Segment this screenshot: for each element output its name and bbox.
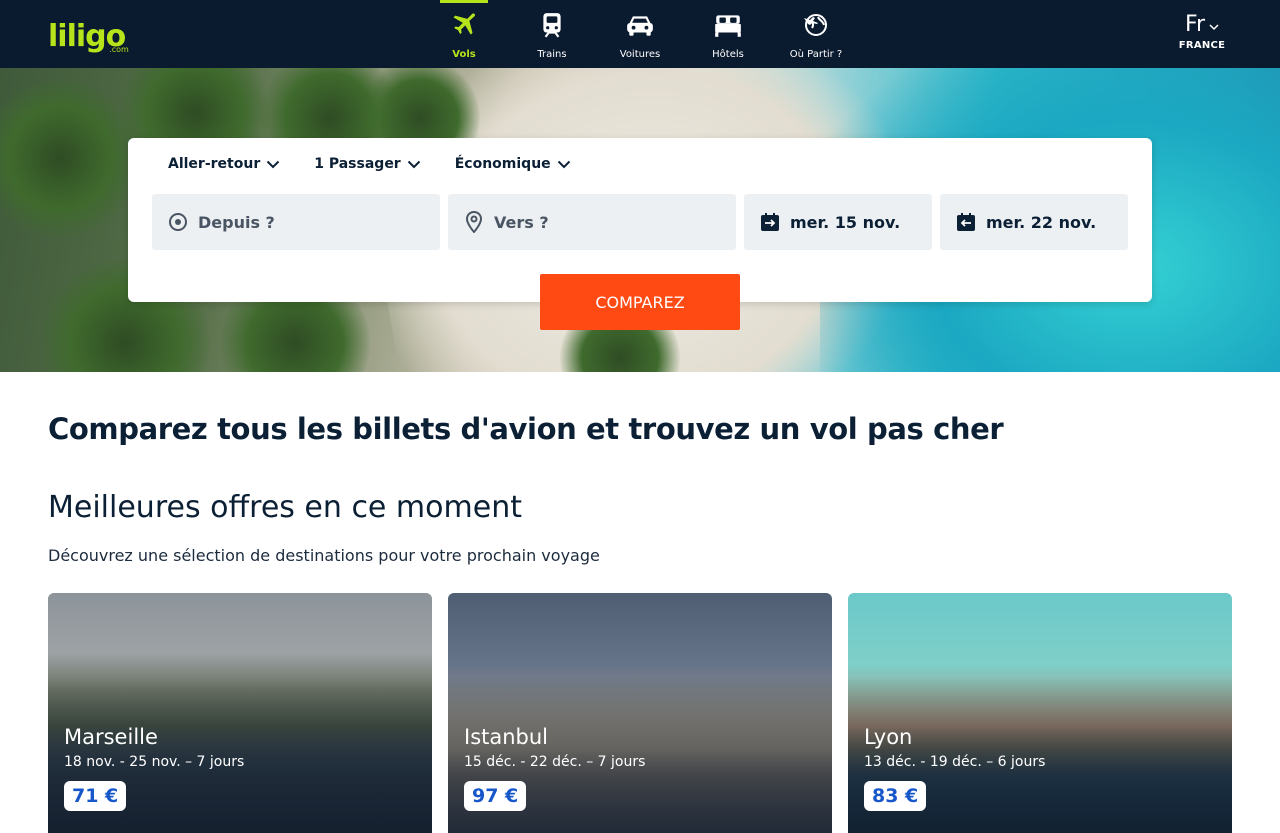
- nav-item-vols[interactable]: Vols: [420, 0, 508, 68]
- liligo-logo[interactable]: liligo .com: [48, 16, 129, 55]
- destination-field[interactable]: Vers ?: [448, 194, 736, 250]
- offer-price: 71 €: [64, 781, 127, 811]
- language-selector[interactable]: Fr FRANCE: [1172, 12, 1232, 51]
- offers-subtitle: Découvrez une sélection de destinations …: [48, 546, 600, 565]
- offer-card-lyon[interactable]: Lyon 13 déc. - 19 déc. – 6 jours 83 €: [848, 593, 1232, 833]
- trip-type-dropdown[interactable]: Aller-retour: [168, 156, 280, 172]
- offer-city: Istanbul: [464, 725, 549, 749]
- offer-card-marseille[interactable]: Marseille 18 nov. - 25 nov. – 7 jours 71…: [48, 593, 432, 833]
- chevron-down-icon: [267, 160, 280, 168]
- search-options: Aller-retour 1 Passager Économique: [168, 156, 605, 172]
- top-navigation-bar: liligo .com Vols Trains Voitures Hôtels …: [0, 0, 1280, 68]
- offer-dates: 13 déc. - 19 déc. – 6 jours: [864, 754, 1046, 770]
- passengers-dropdown[interactable]: 1 Passager: [314, 156, 420, 172]
- offer-price: 83 €: [864, 781, 927, 811]
- offer-dates: 15 déc. - 22 déc. – 7 jours: [464, 754, 646, 770]
- return-date-value: mer. 22 nov.: [986, 212, 1097, 232]
- chevron-down-icon: [407, 160, 420, 168]
- car-icon: [625, 10, 655, 40]
- calendar-return-icon: [956, 212, 976, 232]
- cabin-class-dropdown[interactable]: Économique: [455, 156, 571, 172]
- offers-list: Marseille 18 nov. - 25 nov. – 7 jours 71…: [48, 593, 1232, 833]
- page-headline: Comparez tous les billets d'avion et tro…: [48, 412, 1004, 446]
- plane-icon: [449, 10, 479, 40]
- nav-label: Où Partir ?: [789, 49, 843, 60]
- return-date-field[interactable]: mer. 22 nov.: [940, 194, 1128, 250]
- nav-label: Hôtels: [712, 49, 744, 60]
- language-country: FRANCE: [1178, 40, 1226, 51]
- calendar-depart-icon: [760, 212, 780, 232]
- hero-banner: Aller-retour 1 Passager Économique Depui…: [0, 68, 1280, 372]
- offer-card-istanbul[interactable]: Istanbul 15 déc. - 22 déc. – 7 jours 97 …: [448, 593, 832, 833]
- cabin-class-label: Économique: [454, 156, 551, 172]
- nav-item-ou-partir[interactable]: Où Partir ?: [772, 0, 860, 68]
- departure-date-field[interactable]: mer. 15 nov.: [744, 194, 932, 250]
- globe-plane-icon: [801, 10, 831, 40]
- nav-label: Trains: [537, 49, 567, 60]
- departure-date-value: mer. 15 nov.: [790, 212, 901, 232]
- chevron-down-icon: [557, 160, 570, 168]
- destination-placeholder: Vers ?: [494, 212, 549, 232]
- nav-item-voitures[interactable]: Voitures: [596, 0, 684, 68]
- nav-item-hotels[interactable]: Hôtels: [684, 0, 772, 68]
- origin-field[interactable]: Depuis ?: [152, 194, 440, 250]
- offer-city: Marseille: [64, 725, 158, 749]
- passengers-label: 1 Passager: [314, 156, 401, 172]
- offers-title: Meilleures offres en ce moment: [48, 490, 522, 525]
- logo-sub: .com: [109, 45, 129, 54]
- nav-label: Voitures: [619, 49, 661, 60]
- location-pin-icon: [464, 211, 484, 233]
- offer-price: 97 €: [464, 781, 527, 811]
- nav-item-trains[interactable]: Trains: [508, 0, 596, 68]
- origin-placeholder: Depuis ?: [198, 212, 275, 232]
- bed-icon: [713, 10, 743, 40]
- origin-target-icon: [168, 212, 188, 232]
- chevron-down-icon: [1209, 12, 1219, 38]
- product-nav: Vols Trains Voitures Hôtels Où Partir ?: [420, 0, 860, 68]
- train-icon: [537, 10, 567, 40]
- flight-search-form: Aller-retour 1 Passager Économique Depui…: [128, 138, 1152, 330]
- language-code: Fr: [1184, 12, 1206, 37]
- compare-button[interactable]: COMPAREZ: [540, 274, 740, 330]
- offer-city: Lyon: [864, 725, 913, 749]
- nav-label: Vols: [452, 49, 476, 60]
- trip-type-label: Aller-retour: [168, 156, 261, 172]
- offer-dates: 18 nov. - 25 nov. – 7 jours: [64, 754, 245, 770]
- palm-tree-decoration: [0, 78, 140, 238]
